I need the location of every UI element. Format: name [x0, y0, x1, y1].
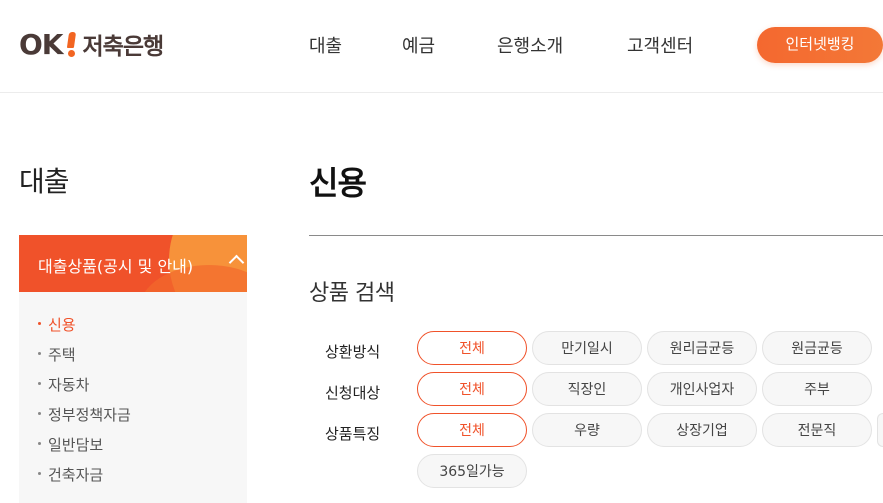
sidebar-item-label: 자동차	[48, 376, 90, 394]
chip-applicant-homemaker[interactable]: 주부	[762, 372, 872, 406]
nav-customer-center[interactable]: 고객센터	[627, 32, 693, 58]
bullet-icon	[38, 412, 41, 415]
nav-deposit[interactable]: 예금	[402, 32, 435, 58]
chip-feature-all[interactable]: 전체	[417, 413, 527, 447]
bullet-icon	[38, 382, 41, 385]
sidebar-category-toggle[interactable]: 대출상품(공시 및 안내)	[19, 235, 247, 292]
chip-feature-365-available[interactable]: 365일가능	[417, 454, 527, 488]
sidebar-item-label: 일반담보	[48, 436, 104, 454]
sidebar-item-general-collateral[interactable]: 일반담보	[38, 434, 103, 455]
chip-feature-listed-company[interactable]: 상장기업	[647, 413, 757, 447]
logo-ok-text: OK	[19, 27, 63, 61]
chip-applicant-all[interactable]: 전체	[417, 372, 527, 406]
chip-feature-professional[interactable]: 전문직	[762, 413, 872, 447]
sidebar-item-construction[interactable]: 건축자금	[38, 464, 103, 485]
sidebar-item-credit[interactable]: 신용	[38, 314, 76, 335]
filter-label-feature: 상품특징	[325, 425, 381, 443]
chip-repayment-maturity[interactable]: 만기일시	[532, 331, 642, 365]
chip-applicant-employee[interactable]: 직장인	[532, 372, 642, 406]
logo-bank-name: 저축은행	[82, 34, 165, 60]
sidebar-submenu: 신용 주택 자동차 정부정책자금 일반담보 건축자금	[19, 292, 247, 503]
sidebar-item-policy-fund[interactable]: 정부정책자금	[38, 404, 131, 425]
nav-loan[interactable]: 대출	[309, 32, 342, 58]
chip-overflow-edge	[877, 413, 883, 447]
bullet-icon	[38, 352, 41, 355]
title-divider	[309, 235, 883, 236]
chip-applicant-business-owner[interactable]: 개인사업자	[647, 372, 757, 406]
sidebar-item-auto[interactable]: 자동차	[38, 374, 89, 395]
filter-label-repayment: 상환방식	[325, 343, 381, 361]
bank-logo[interactable]: OK 저축은행	[19, 24, 165, 64]
section-title: 상품 검색	[309, 281, 395, 306]
chip-repayment-equal-principal[interactable]: 원금균등	[762, 331, 872, 365]
chip-feature-prime[interactable]: 우량	[532, 413, 642, 447]
filter-label-applicant: 신청대상	[325, 384, 381, 402]
sidebar-category-label: 대출상품(공시 및 안내)	[38, 257, 194, 276]
site-header: OK 저축은행 대출 예금 은행소개 고객센터 인터넷뱅킹	[0, 0, 883, 93]
nav-about[interactable]: 은행소개	[497, 32, 563, 58]
logo-exclamation-icon	[65, 29, 79, 59]
sidebar-item-label: 주택	[48, 346, 76, 364]
sidebar-item-label: 신용	[48, 316, 76, 334]
internet-banking-button[interactable]: 인터넷뱅킹	[757, 27, 883, 63]
bullet-icon	[38, 472, 41, 475]
chip-repayment-equal-installment[interactable]: 원리금균등	[647, 331, 757, 365]
sidebar-item-housing[interactable]: 주택	[38, 344, 76, 365]
chip-repayment-all[interactable]: 전체	[417, 331, 527, 365]
sidebar-title: 대출	[19, 165, 70, 198]
sidebar-item-label: 정부정책자금	[48, 406, 131, 424]
bullet-icon	[38, 442, 41, 445]
sidebar-item-label: 건축자금	[48, 466, 104, 484]
bullet-icon	[38, 322, 41, 325]
page-title: 신용	[309, 164, 367, 202]
